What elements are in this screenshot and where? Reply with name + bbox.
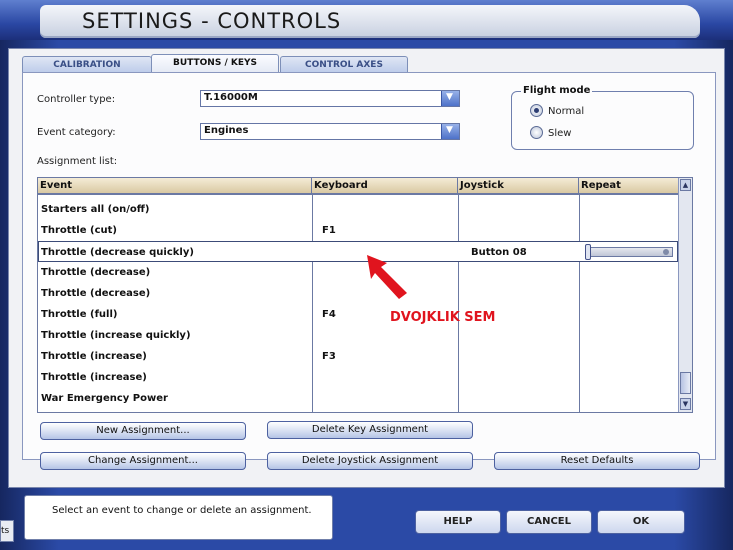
reset-defaults-button[interactable]: Reset Defaults bbox=[494, 452, 700, 470]
cell-event: Throttle (increase) bbox=[41, 372, 147, 383]
red-arrow-icon bbox=[367, 255, 407, 299]
new-assignment-button[interactable]: New Assignment... bbox=[40, 422, 246, 440]
cell-keyboard: F1 bbox=[322, 225, 336, 236]
cell-event: Throttle (increase) bbox=[41, 351, 147, 362]
scroll-thumb[interactable] bbox=[680, 372, 691, 394]
tab-control-axes[interactable]: CONTROL AXES bbox=[280, 56, 408, 73]
table-row[interactable]: War Emergency Power bbox=[38, 388, 678, 409]
status-text: Select an event to change or delete an a… bbox=[52, 505, 312, 516]
controller-type-value: T.16000M bbox=[204, 92, 258, 103]
change-assignment-button[interactable]: Change Assignment... bbox=[40, 452, 246, 470]
tab-buttons-keys[interactable]: BUTTONS / KEYS bbox=[151, 54, 279, 74]
tab-calibration[interactable]: CALIBRATION bbox=[22, 56, 152, 73]
table-row[interactable]: Throttle (increase) bbox=[38, 367, 678, 388]
header-keyboard[interactable]: Keyboard bbox=[312, 178, 458, 195]
radio-normal-label[interactable]: Normal bbox=[548, 106, 584, 117]
event-category-value: Engines bbox=[204, 125, 249, 136]
cell-keyboard: F4 bbox=[322, 309, 336, 320]
header-repeat[interactable]: Repeat bbox=[579, 178, 679, 195]
radio-slew[interactable] bbox=[530, 126, 543, 139]
delete-joystick-assignment-button[interactable]: Delete Joystick Assignment bbox=[267, 452, 473, 470]
cancel-button[interactable]: CANCEL bbox=[506, 510, 592, 534]
event-category-select[interactable]: Engines bbox=[200, 123, 460, 140]
cell-event: Throttle (decrease quickly) bbox=[41, 247, 194, 258]
cell-event: Throttle (full) bbox=[41, 309, 118, 320]
controller-type-select[interactable]: T.16000M bbox=[200, 90, 460, 107]
cell-event: Throttle (increase quickly) bbox=[41, 330, 191, 341]
left-stub: ts bbox=[0, 520, 14, 542]
annotation-text: DVOJKLIK SEM bbox=[390, 310, 496, 325]
cell-event: Throttle (cut) bbox=[41, 225, 117, 236]
slider-end-icon bbox=[663, 249, 669, 255]
scroll-up-icon[interactable]: ▲ bbox=[680, 179, 691, 191]
cell-event: War Emergency Power bbox=[41, 393, 168, 404]
window-title: SETTINGS - CONTROLS bbox=[82, 9, 342, 33]
help-button[interactable]: HELP bbox=[415, 510, 501, 534]
delete-key-assignment-button[interactable]: Delete Key Assignment bbox=[267, 421, 473, 439]
scroll-down-icon[interactable]: ▼ bbox=[680, 398, 691, 410]
header-event[interactable]: Event bbox=[38, 178, 312, 195]
controller-type-label: Controller type: bbox=[37, 94, 116, 105]
table-row[interactable]: Throttle (cut) F1 bbox=[38, 220, 678, 241]
flight-mode-title: Flight mode bbox=[521, 85, 593, 96]
table-row[interactable]: Throttle (increase) F3 bbox=[38, 346, 678, 367]
repeat-slider[interactable] bbox=[585, 244, 673, 260]
table-row[interactable]: Throttle (increase quickly) bbox=[38, 325, 678, 346]
table-row[interactable]: Throttle (full) F4 bbox=[38, 304, 678, 325]
cell-event: Starters all (on/off) bbox=[41, 204, 150, 215]
radio-normal[interactable] bbox=[530, 104, 543, 117]
chevron-down-icon[interactable] bbox=[441, 124, 459, 139]
slider-handle[interactable] bbox=[585, 244, 591, 260]
header-joystick[interactable]: Joystick bbox=[458, 178, 579, 195]
event-category-label: Event category: bbox=[37, 127, 116, 138]
cell-joystick: Button 08 bbox=[471, 247, 527, 258]
title-bar: SETTINGS - CONTROLS bbox=[0, 0, 733, 42]
cell-event: Throttle (decrease) bbox=[41, 288, 151, 299]
cell-keyboard: F3 bbox=[322, 351, 336, 362]
ok-button[interactable]: OK bbox=[597, 510, 685, 534]
cell-event: Throttle (decrease) bbox=[41, 267, 151, 278]
table-row[interactable]: Starters all (on/off) bbox=[38, 199, 678, 220]
table-scrollbar[interactable]: ▲ ▼ bbox=[678, 178, 692, 412]
status-box bbox=[24, 495, 333, 540]
chevron-down-icon[interactable] bbox=[441, 91, 459, 106]
radio-slew-label[interactable]: Slew bbox=[548, 128, 571, 139]
flight-mode-group bbox=[511, 91, 694, 150]
assignment-list-label: Assignment list: bbox=[37, 156, 118, 167]
